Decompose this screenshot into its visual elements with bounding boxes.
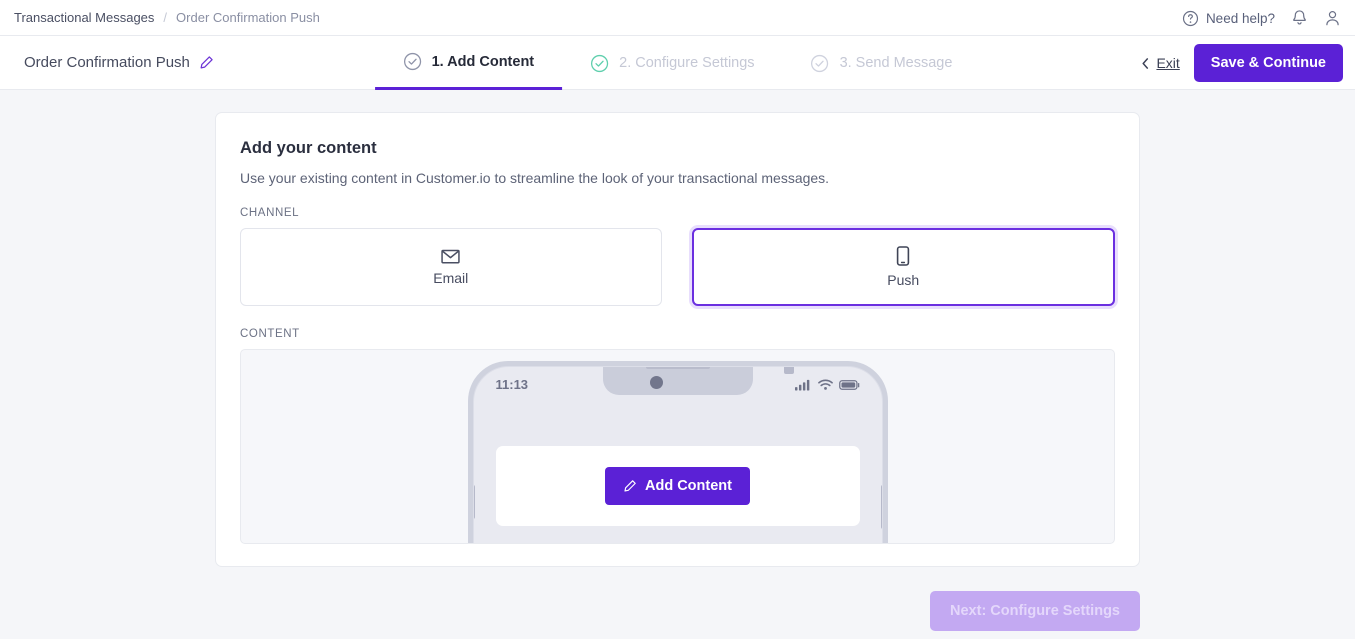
phone-mockup: 11:13 Add Content <box>467 361 888 543</box>
breadcrumb-bar: Transactional Messages / Order Confirmat… <box>0 0 1355 36</box>
channel-option-email[interactable]: Email <box>240 228 662 306</box>
chevron-left-icon <box>1140 57 1151 70</box>
check-circle-icon <box>403 52 422 71</box>
mobile-phone-icon <box>896 246 910 266</box>
step-2-label: 2. Configure Settings <box>619 55 755 71</box>
pencil-icon[interactable] <box>199 55 214 70</box>
card-subtitle: Use your existing content in Customer.io… <box>240 170 830 186</box>
push-preview-panel: 11:13 Add Content <box>240 349 1115 544</box>
phone-volume-button <box>473 485 475 519</box>
status-icons <box>794 379 860 391</box>
channel-option-push-label: Push <box>887 272 920 288</box>
need-help-label: Need help? <box>1205 10 1275 26</box>
breadcrumb: Transactional Messages / Order Confirmat… <box>14 10 320 25</box>
user-icon[interactable] <box>1324 9 1341 27</box>
cellular-signal-icon <box>794 379 812 391</box>
header-actions: Exit Save & Continue <box>1140 36 1343 90</box>
step-1-add-content[interactable]: 1. Add Content <box>374 36 563 90</box>
exit-button[interactable]: Exit <box>1140 55 1180 71</box>
pencil-icon <box>623 479 637 493</box>
channel-option-push[interactable]: Push <box>691 228 1115 306</box>
step-3-label: 3. Send Message <box>839 55 953 71</box>
page-header: Order Confirmation Push 1. Add Content 2… <box>0 36 1355 90</box>
page-title-group: Order Confirmation Push <box>0 36 214 89</box>
step-3-send-message[interactable]: 3. Send Message <box>783 36 981 90</box>
card-footer: Next: Configure Settings <box>215 567 1140 631</box>
topbar-actions: Need help? <box>1182 0 1341 36</box>
phone-screen: 11:13 Add Content <box>472 366 883 543</box>
phone-power-button <box>880 485 882 529</box>
page-title: Order Confirmation Push <box>24 54 190 71</box>
add-content-card: Add your content Use your existing conte… <box>215 112 1140 567</box>
need-help-button[interactable]: Need help? <box>1182 10 1275 27</box>
breadcrumb-separator: / <box>163 10 168 25</box>
exit-label: Exit <box>1156 55 1180 71</box>
step-navigation: 1. Add Content 2. Configure Settings 3. … <box>374 36 981 90</box>
step-2-configure-settings[interactable]: 2. Configure Settings <box>562 36 782 90</box>
content-section-label: CONTENT <box>240 328 300 340</box>
channel-section-label: CHANNEL <box>240 207 300 219</box>
wifi-icon <box>817 379 833 391</box>
channel-options: Email Push <box>240 228 1115 306</box>
bell-icon[interactable] <box>1291 9 1308 27</box>
next-configure-settings-button[interactable]: Next: Configure Settings <box>930 591 1140 631</box>
save-and-continue-button[interactable]: Save & Continue <box>1193 44 1343 82</box>
question-circle-icon <box>1182 10 1199 27</box>
battery-icon <box>838 379 860 391</box>
check-circle-icon <box>811 54 830 73</box>
add-content-button[interactable]: Add Content <box>605 467 750 505</box>
phone-status-bar: 11:13 <box>474 377 882 392</box>
phone-antenna-nub <box>783 367 794 374</box>
breadcrumb-current: Order Confirmation Push <box>176 10 320 25</box>
check-circle-icon <box>590 54 609 73</box>
channel-option-email-label: Email <box>433 269 469 286</box>
card-title: Add your content <box>240 139 377 157</box>
add-content-button-label: Add Content <box>645 478 732 494</box>
main-content: Add your content Use your existing conte… <box>0 90 1355 639</box>
status-time: 11:13 <box>495 377 529 392</box>
push-notification-sheet: Add Content <box>495 446 860 526</box>
step-1-label: 1. Add Content <box>431 53 535 70</box>
envelope-icon <box>441 249 460 264</box>
breadcrumb-parent-link[interactable]: Transactional Messages <box>14 10 154 25</box>
phone-speaker-icon <box>645 367 710 369</box>
